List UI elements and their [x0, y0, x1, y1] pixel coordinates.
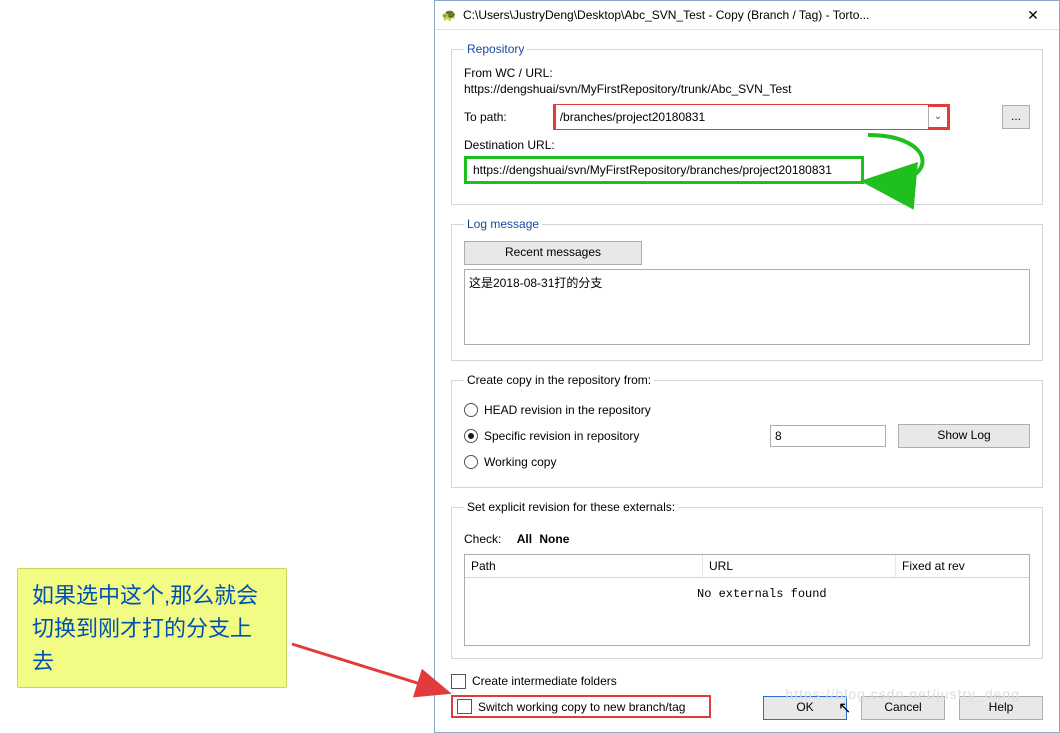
branch-tag-dialog: 🐢 C:\Users\JustryDeng\Desktop\Abc_SVN_Te… — [434, 0, 1060, 733]
dest-url-label: Destination URL: — [464, 138, 1030, 152]
externals-empty: No externals found — [697, 587, 827, 601]
log-legend: Log message — [464, 217, 542, 231]
radio-icon — [464, 403, 478, 417]
create-copy-legend: Create copy in the repository from: — [464, 373, 654, 387]
col-fixed[interactable]: Fixed at rev — [896, 555, 1029, 577]
titlebar: 🐢 C:\Users\JustryDeng\Desktop\Abc_SVN_Te… — [435, 1, 1059, 30]
check-all-link[interactable]: All — [517, 532, 532, 546]
create-copy-group: Create copy in the repository from: HEAD… — [451, 373, 1043, 488]
switch-wc-label: Switch working copy to new branch/tag — [478, 700, 685, 714]
radio-head[interactable]: HEAD revision in the repository — [464, 397, 1030, 423]
col-path[interactable]: Path — [465, 555, 703, 577]
annotation-text: 如果选中这个,那么就会切换到刚才打的分支上去 — [32, 583, 258, 674]
chevron-down-icon[interactable]: ⌄ — [928, 107, 947, 127]
create-intermediate-checkbox[interactable]: Create intermediate folders — [451, 671, 1043, 691]
externals-group: Set explicit revision for these external… — [451, 500, 1043, 659]
to-path-input[interactable] — [556, 105, 928, 129]
repository-legend: Repository — [464, 42, 527, 56]
col-url[interactable]: URL — [703, 555, 896, 577]
repository-group: Repository From WC / URL: https://dengsh… — [451, 42, 1043, 205]
revision-input[interactable] — [770, 425, 886, 447]
radio-icon — [464, 455, 478, 469]
annotation-note: 如果选中这个,那么就会切换到刚才打的分支上去 — [17, 568, 287, 688]
from-wc-url: https://dengshuai/svn/MyFirstRepository/… — [464, 82, 1030, 96]
create-intermediate-label: Create intermediate folders — [472, 674, 617, 688]
switch-wc-highlight: Switch working copy to new branch/tag — [451, 695, 711, 718]
log-group: Log message Recent messages 这是2018-08-31… — [451, 217, 1043, 361]
from-wc-label: From WC / URL: — [464, 66, 1030, 80]
show-log-button[interactable]: Show Log — [898, 424, 1030, 448]
checkbox-icon — [451, 674, 466, 689]
recent-messages-button[interactable]: Recent messages — [464, 241, 642, 265]
radio-working-copy[interactable]: Working copy — [464, 449, 1030, 475]
to-path-label: To path: — [464, 110, 507, 124]
ok-button[interactable]: OK — [763, 696, 847, 720]
tortoise-icon: 🐢 — [441, 7, 457, 23]
radio-specific[interactable]: Specific revision in repository Show Log — [464, 423, 1030, 449]
log-message-field[interactable]: 这是2018-08-31打的分支 — [464, 269, 1030, 345]
radio-wc-label: Working copy — [484, 455, 556, 469]
radio-icon — [464, 429, 478, 443]
check-label: Check: — [464, 532, 501, 546]
window-title: C:\Users\JustryDeng\Desktop\Abc_SVN_Test… — [463, 8, 1013, 22]
externals-legend: Set explicit revision for these external… — [464, 500, 678, 514]
dialog-buttons: OK Cancel Help — [763, 696, 1043, 720]
dest-url-value: https://dengshuai/svn/MyFirstRepository/… — [464, 156, 864, 184]
browse-button[interactable]: ... — [1002, 105, 1030, 129]
to-path-combo[interactable]: ⌄ — [553, 104, 950, 130]
radio-head-label: HEAD revision in the repository — [484, 403, 651, 417]
close-icon[interactable]: ✕ — [1013, 7, 1053, 24]
radio-specific-label: Specific revision in repository — [484, 429, 639, 443]
externals-table: Path URL Fixed at rev No externals found — [464, 554, 1030, 646]
check-none-link[interactable]: None — [539, 532, 569, 546]
help-button[interactable]: Help — [959, 696, 1043, 720]
cancel-button[interactable]: Cancel — [861, 696, 945, 720]
